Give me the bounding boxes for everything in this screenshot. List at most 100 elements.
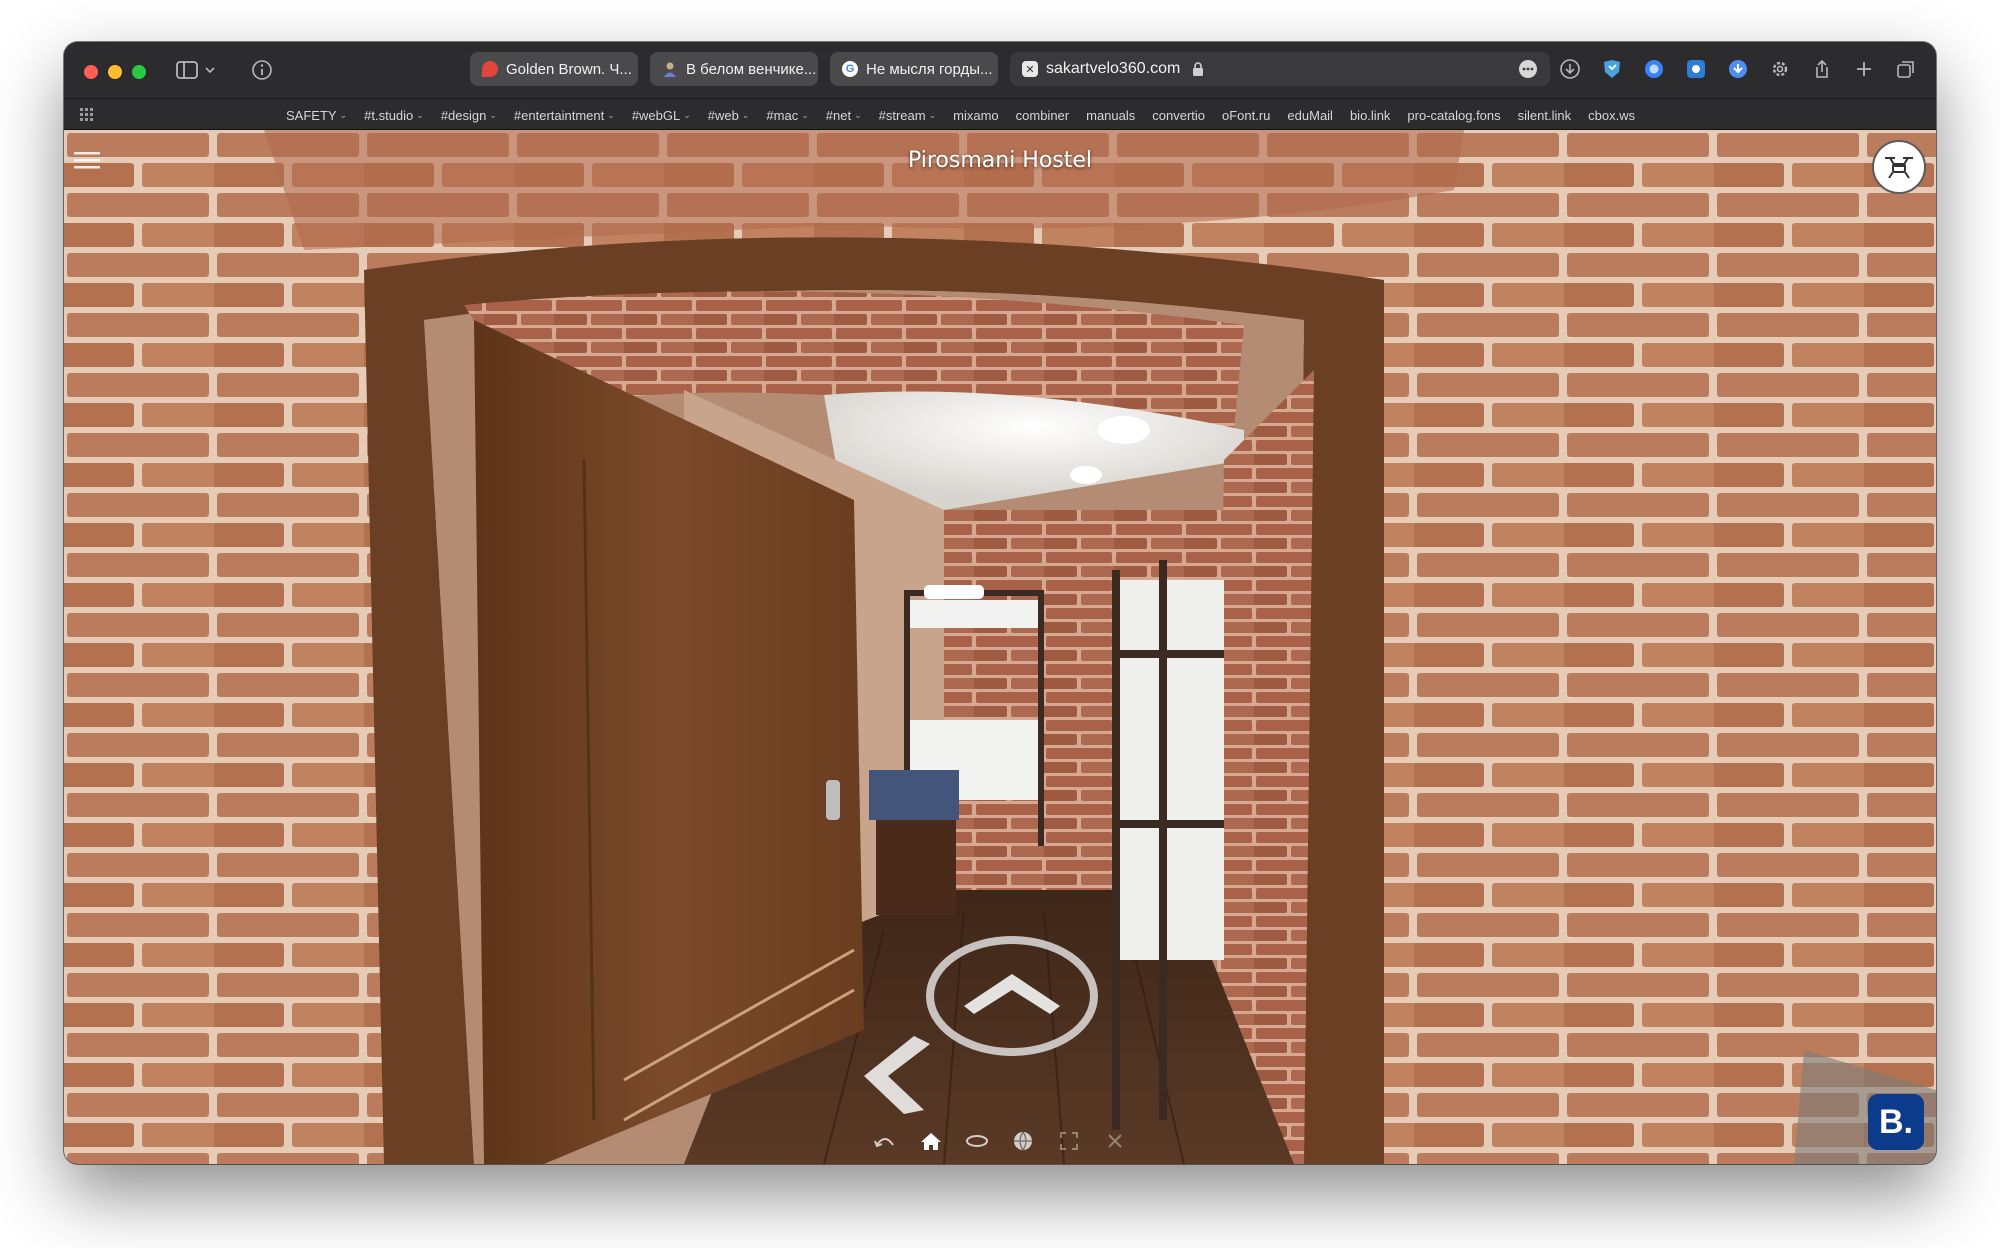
page-info-button[interactable] (248, 56, 276, 84)
url-text: sakartvelo360.com (1046, 60, 1181, 77)
undo-icon (874, 1138, 894, 1148)
title-bar: Golden Brown. Ч... В белом венчике... G … (64, 42, 1936, 98)
sidebar-toggle-button[interactable] (174, 56, 222, 84)
bookmark-folder[interactable]: #entertaintment ⌄ (514, 108, 615, 123)
downloads-button[interactable] (1558, 57, 1582, 81)
fullscreen-icon (1060, 1132, 1078, 1150)
bookmark-link[interactable]: eduMail (1287, 108, 1333, 123)
bookmark-link[interactable]: cbox.ws (1588, 108, 1635, 123)
extension-4-button[interactable] (1726, 57, 1750, 81)
site-favicon-icon: ✕ (1022, 61, 1038, 77)
bookmark-label: SAFETY (286, 107, 337, 123)
bookmark-folder[interactable]: #webGL ⌄ (632, 108, 691, 123)
close-window-button[interactable] (84, 65, 98, 79)
plus-icon (1857, 62, 1871, 76)
bookmark-label: silent.link (1517, 107, 1572, 123)
chevron-down-icon: ⌄ (339, 109, 348, 120)
bookmark-folder[interactable]: #web ⌄ (708, 108, 750, 123)
bookmark-list: SAFETY ⌄ #t.studio ⌄ #design ⌄ #entertaintment… (286, 99, 1635, 131)
bookmark-folder[interactable]: #design ⌄ (441, 108, 497, 123)
booking-button[interactable]: B. (1868, 1094, 1924, 1150)
speech-bubble-icon (482, 61, 498, 77)
shield-extension-icon (1604, 60, 1620, 78)
tab-2[interactable]: В белом венчике... (650, 52, 818, 86)
bookmark-link[interactable]: bio.link (1350, 108, 1390, 123)
bookmark-link[interactable]: combiner (1016, 108, 1069, 123)
bookmark-link[interactable]: convertio (1152, 108, 1205, 123)
extension-2-button[interactable] (1642, 57, 1666, 81)
extension-3-button[interactable] (1684, 57, 1708, 81)
home-icon (921, 1133, 941, 1150)
lock-icon (1193, 62, 1204, 76)
minimize-window-button[interactable] (108, 65, 122, 79)
share-button[interactable] (1810, 57, 1834, 81)
drone-view-button[interactable] (1872, 140, 1926, 194)
chevron-down-icon: ⌄ (416, 109, 424, 120)
rotate-view-button[interactable] (964, 1128, 990, 1154)
home-view-button[interactable] (918, 1128, 944, 1154)
bookmark-folder[interactable]: #net ⌄ (826, 108, 862, 123)
gear-icon (1772, 61, 1788, 77)
hamburger-menu-icon[interactable] (74, 150, 102, 170)
bookmark-label: combiner (1015, 107, 1070, 123)
bookmark-link[interactable]: manuals (1086, 108, 1135, 123)
bookmark-folder[interactable]: SAFETY ⌄ (286, 108, 347, 123)
undo-view-button[interactable] (872, 1128, 898, 1154)
tab-overview-button[interactable] (1894, 57, 1918, 81)
chevron-down-icon: ⌄ (683, 109, 691, 120)
bookmark-link[interactable]: oFont.ru (1222, 108, 1270, 123)
tab-label: В белом венчике... (686, 60, 817, 78)
bookmark-label: pro-catalog.fons (1407, 107, 1501, 123)
move-left-arrow-icon[interactable] (844, 1030, 940, 1120)
rotate-360-icon (966, 1135, 988, 1147)
google-icon: G (842, 61, 858, 77)
move-forward-arrow-icon[interactable] (922, 934, 1102, 1064)
bookmark-link[interactable]: pro-catalog.fons (1407, 108, 1500, 123)
share-icon (1816, 59, 1828, 78)
window-controls (84, 65, 146, 79)
bookmark-label: convertio (1152, 107, 1205, 123)
more-options-icon[interactable] (1518, 59, 1538, 79)
bookmark-label: #web (707, 107, 739, 123)
zoom-window-button[interactable] (132, 65, 146, 79)
close-icon (1108, 1134, 1122, 1148)
apps-grid-icon[interactable] (80, 108, 94, 122)
chevron-down-icon: ⌄ (489, 109, 497, 120)
chevron-down-icon: ⌄ (801, 109, 809, 120)
bookmark-folder[interactable]: #t.studio ⌄ (364, 108, 424, 123)
bookmark-link[interactable]: silent.link (1518, 108, 1571, 123)
bookmark-label: oFont.ru (1222, 107, 1271, 123)
bookmark-label: mixamo (953, 107, 999, 123)
chevron-down-icon: ⌄ (928, 109, 937, 120)
bookmark-label: bio.link (1349, 107, 1391, 123)
chevron-down-icon: ⌄ (854, 109, 862, 120)
tab-3[interactable]: G Не мысля горды... (830, 52, 998, 86)
bookmark-folder[interactable]: #mac ⌄ (766, 108, 808, 123)
drone-icon (1885, 157, 1913, 179)
tabs-overview-icon (1897, 61, 1914, 78)
address-bar[interactable]: ✕ sakartvelo360.com (1010, 52, 1550, 86)
chevron-down-icon: ⌄ (741, 109, 750, 120)
extension-1-button[interactable] (1600, 57, 1624, 81)
download-extension-icon (1729, 60, 1747, 78)
fullscreen-button[interactable] (1056, 1128, 1082, 1154)
close-tour-button[interactable] (1102, 1128, 1128, 1154)
tab-label: Не мысля горды... (866, 60, 993, 78)
browser-window: Golden Brown. Ч... В белом венчике... G … (64, 42, 1936, 1164)
bookmark-link[interactable]: mixamo (953, 108, 999, 123)
bookmark-label: cbox.ws (1588, 107, 1636, 123)
panorama-viewer[interactable]: Pirosmani Hostel B. (64, 130, 1936, 1164)
settings-button[interactable] (1768, 57, 1792, 81)
person-icon (662, 61, 678, 77)
bookmark-label: #t.studio (364, 107, 414, 123)
bookmark-folder[interactable]: #stream ⌄ (879, 108, 937, 123)
toolbar-right (1558, 57, 1918, 81)
tab-1[interactable]: Golden Brown. Ч... (470, 52, 638, 86)
bookmark-label: #entertaintment (513, 107, 605, 123)
info-icon (252, 60, 272, 80)
new-tab-button[interactable] (1852, 57, 1876, 81)
sidebar-icon (176, 61, 215, 79)
tab-strip: Golden Brown. Ч... В белом венчике... G … (470, 52, 1550, 86)
globe-view-button[interactable] (1010, 1128, 1036, 1154)
chevron-down-icon: ⌄ (607, 109, 615, 120)
